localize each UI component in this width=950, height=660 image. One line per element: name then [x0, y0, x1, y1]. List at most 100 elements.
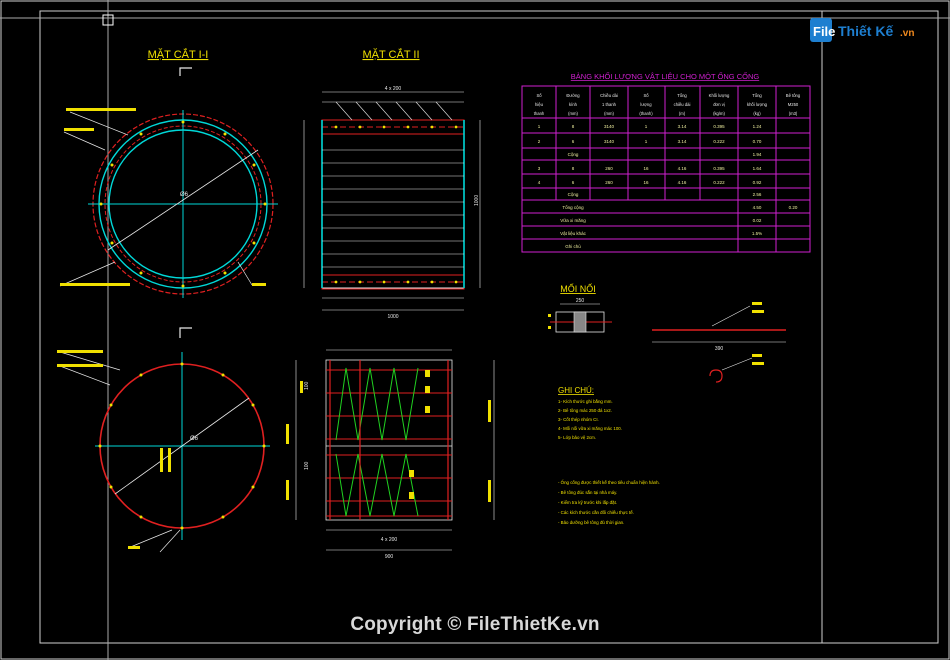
note-line: - Bảo dưỡng bê tông đủ thời gian.	[558, 520, 624, 525]
table-cell: 8	[572, 124, 575, 129]
table-header-cell: chiều dài	[674, 102, 691, 107]
table-cell: 3	[538, 166, 541, 171]
table-cell: 16	[643, 166, 649, 171]
section-1-title: MẶT CẮT I-I	[148, 48, 209, 61]
elevation-dimensions	[303, 91, 481, 311]
note-line: 2- Bê tông mác 250 đá 1x2.	[558, 408, 612, 413]
table-cell: 0.395	[713, 124, 725, 129]
table-cell: 0.395	[713, 166, 725, 171]
table-header-cell: Số	[643, 93, 649, 98]
table-cell: Cộng	[568, 192, 579, 197]
table-cell: 3.14	[678, 124, 687, 129]
ring-section-bottom	[95, 352, 270, 540]
joint-dim: 250	[576, 298, 585, 304]
ring-label-top: Ø6	[180, 192, 189, 198]
notes-list: 1- Kích thước ghi bằng mm. 2- Bê tông mác…	[558, 399, 660, 525]
table-header-cell: lượng	[640, 102, 652, 107]
cage-pitch-dim: 4 x 200	[381, 537, 398, 543]
elevation-width-dim: 1000	[387, 314, 398, 320]
table-cell: 4.16	[678, 166, 687, 171]
table-cell: 1	[645, 124, 648, 129]
tiny-text-top	[60, 108, 266, 286]
table-cell: 0.20	[789, 205, 798, 210]
table-header-cell: hiệu	[535, 102, 544, 107]
table-cell: 1.64	[753, 166, 762, 171]
table-cell: 3140	[604, 139, 615, 144]
table-cell: Cộng	[568, 152, 579, 157]
note-line: - Các kích thước cần đối chiếu thực tế.	[558, 510, 634, 515]
table-cell: 1.5%	[752, 231, 762, 236]
table-cell: 1	[645, 139, 648, 144]
table-cell: 3.14	[678, 139, 687, 144]
elevation-view	[321, 119, 465, 290]
logo-text-file: File	[813, 24, 835, 39]
table-cell: 0.222	[713, 139, 725, 144]
table-cell: 0.02	[753, 218, 762, 223]
table-cell: 1.94	[753, 152, 762, 157]
ring-label-bottom: Ø6	[190, 436, 199, 442]
cad-drawing-canvas[interactable]: MẶT CẮT I-I Ø6 MẶT CẮT II 1000 4 x 200 1…	[0, 0, 950, 660]
section-1-arrow	[179, 67, 192, 76]
notes-title: GHI CHÚ:	[558, 386, 594, 395]
cage-bottom-dim: 900	[385, 554, 394, 560]
table-cell: 0.92	[753, 180, 762, 185]
table-cell: 8	[572, 166, 575, 171]
elevation-height-dim: 1000	[474, 195, 480, 206]
table-header-cell: Khối lượng	[709, 93, 730, 98]
table-cell: 6	[572, 139, 575, 144]
section-3-arrow	[179, 327, 192, 338]
note-line: 5- Lớp bảo vệ 2cm.	[558, 435, 596, 440]
table-cell: Tổng cộng	[562, 204, 584, 210]
table-header-cell: Chiều dài	[600, 93, 618, 98]
table-cell: 16	[643, 180, 649, 185]
elevation-pitch-dim: 4 x 200	[385, 86, 402, 92]
note-line: - Kiểm tra kỹ trước khi lắp đặt.	[558, 500, 617, 505]
table-cell: 4.50	[753, 205, 762, 210]
note-line: - Ống cống được thiết kế theo tiêu chuẩn…	[558, 480, 660, 485]
table-cell: 3140	[604, 124, 615, 129]
note-line: - Bê tông đúc sẵn tại nhà máy.	[558, 490, 617, 495]
table-cell: 260	[605, 180, 613, 185]
rebar-cage	[325, 359, 453, 521]
elevation-rebar-dots	[334, 125, 458, 284]
table-header-cell: (kg)	[753, 111, 761, 116]
table-cell: 6	[572, 180, 575, 185]
table-cell: 4	[538, 180, 541, 185]
tiny-text-bottom	[57, 350, 171, 549]
materials-table-grid	[521, 85, 811, 253]
copyright-watermark: Copyright © FileThietKe.vn	[350, 614, 600, 635]
table-header-cell: Tổng	[677, 93, 687, 98]
rebar-bar-detail: 390	[652, 302, 786, 383]
cage-left-dim-2: 100	[304, 461, 310, 470]
table-cell: Vật liệu khác	[560, 231, 587, 236]
cage-left-dim-1: 100	[304, 381, 310, 390]
table-cell: 0.222	[713, 180, 725, 185]
table-header-cell: Bê tông	[786, 93, 801, 98]
ring-section-top: Ø6	[88, 110, 278, 298]
drawing-frame	[0, 0, 950, 660]
table-header-cell: đơn vị	[713, 102, 725, 107]
table-cell: Vữa xi măng	[560, 218, 586, 223]
logo-text-vn: .vn	[900, 28, 914, 39]
table-header-cell: (m3)	[789, 111, 798, 116]
table-header-cell: Số	[536, 93, 542, 98]
table-header-cell: khối lượng	[747, 102, 768, 107]
cage-markers	[286, 370, 491, 502]
table-header-cell: (kg/m)	[713, 111, 725, 116]
filethietke-logo[interactable]: File Thiết Kế .vn	[808, 12, 926, 46]
table-cell: 1	[538, 124, 541, 129]
leader-labels-top	[59, 111, 253, 287]
section-2-title: MẶT CẮT II	[362, 48, 419, 61]
table-header-cell: Tổng	[752, 93, 762, 98]
table-header-cell: (thanh)	[639, 111, 653, 116]
table-cell: 2.56	[753, 192, 762, 197]
note-line: 3- Cốt thép nhóm CI.	[558, 417, 599, 422]
table-cell: Ghi chú	[565, 244, 581, 249]
table-header-cell: Đường	[566, 93, 580, 98]
table-header-cell: kính	[569, 102, 578, 107]
table-header-cell: (m)	[679, 111, 686, 116]
joint-detail: 250	[548, 298, 612, 333]
note-line: 4- Mối nối vữa xi măng mác 100.	[558, 426, 622, 431]
joint-title: MỐI NỐI	[560, 283, 596, 294]
logo-text-thietke: Thiết Kế	[838, 23, 893, 39]
